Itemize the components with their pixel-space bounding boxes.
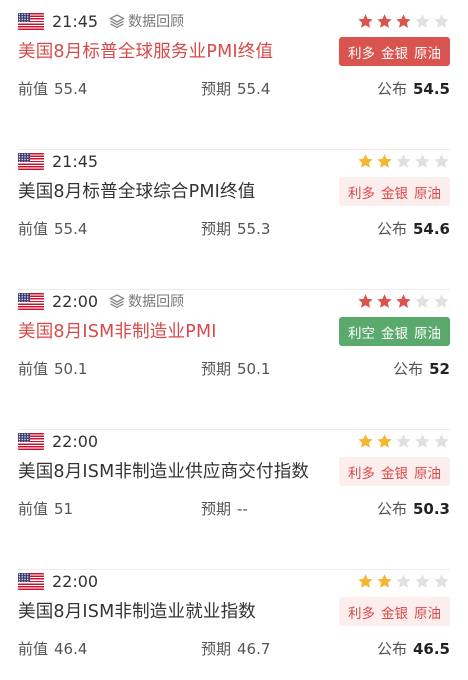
event-item[interactable]: 22:00 美国8月ISM非制造业就业指数 利多 金银 原油 前值 46.4 预期… [0, 569, 468, 680]
us-flag-icon [18, 152, 44, 170]
star-filled-icon [358, 293, 373, 308]
impact-tag-word: 原油 [414, 185, 441, 202]
impact-tag-word: 金银 [381, 605, 408, 622]
star-empty-icon [396, 433, 411, 448]
us-flag-icon [18, 572, 44, 590]
star-filled-icon [377, 573, 392, 588]
event-time: 22:00 [52, 291, 99, 311]
prev-value: 前值 55.4 [18, 80, 88, 98]
impact-tag-word: 原油 [414, 45, 441, 62]
impact-tag: 利空 金银 原油 [339, 317, 450, 346]
event-time: 22:00 [52, 431, 99, 451]
star-filled-icon [358, 433, 373, 448]
star-filled-icon [377, 153, 392, 168]
event-item[interactable]: 22:00 美国8月ISM非制造业供应商交付指数 利多 金银 原油 前值 51 预… [0, 429, 468, 570]
expected-value: 预期 55.4 [201, 80, 271, 98]
data-replay-link[interactable]: 数据回顾 [109, 291, 184, 311]
star-empty-icon [415, 433, 430, 448]
star-empty-icon [415, 573, 430, 588]
prev-value: 前值 55.4 [18, 220, 88, 238]
impact-tag-word: 利多 [348, 45, 375, 62]
event-time: 21:45 [52, 151, 99, 171]
prev-value: 前值 51 [18, 500, 74, 518]
impact-tag-word: 原油 [414, 605, 441, 622]
star-empty-icon [396, 573, 411, 588]
event-item[interactable]: 22:00 数据回顾 美国8月ISM非制造业PMI 利空 金银 原油 前值 50.… [0, 289, 468, 430]
star-filled-icon [358, 153, 373, 168]
star-empty-icon [415, 153, 430, 168]
event-time: 22:00 [52, 571, 99, 591]
us-flag-icon [18, 292, 44, 310]
impact-tag: 利多 金银 原油 [339, 457, 450, 486]
star-empty-icon [434, 153, 449, 168]
published-value: 公布 52 [393, 360, 450, 378]
star-filled-icon [358, 13, 373, 28]
impact-tag-word: 金银 [381, 185, 408, 202]
star-filled-icon [377, 433, 392, 448]
layers-icon [109, 14, 125, 29]
impact-tag: 利多 金银 原油 [339, 177, 450, 206]
event-item[interactable]: 21:45 数据回顾 美国8月标普全球服务业PMI终值 利多 金银 原油 前值 5… [0, 9, 468, 150]
impact-tag-word: 金银 [381, 465, 408, 482]
star-empty-icon [434, 293, 449, 308]
us-flag-icon [18, 432, 44, 450]
expected-value: 预期 -- [201, 500, 248, 518]
event-title: 美国8月ISM非制造业PMI [18, 322, 217, 342]
event-title: 美国8月标普全球服务业PMI终值 [18, 42, 274, 62]
impact-tag-word: 金银 [381, 325, 408, 342]
impact-tag-word: 原油 [414, 465, 441, 482]
impact-tag-word: 利多 [348, 465, 375, 482]
importance-stars [357, 293, 450, 310]
importance-stars [357, 573, 450, 590]
impact-tag: 利多 金银 原油 [339, 37, 450, 66]
star-empty-icon [434, 13, 449, 28]
economic-calendar-list: 21:45 数据回顾 美国8月标普全球服务业PMI终值 利多 金银 原油 前值 5… [0, 0, 468, 680]
layers-icon [109, 294, 125, 309]
star-filled-icon [396, 293, 411, 308]
impact-tag-word: 利多 [348, 185, 375, 202]
star-filled-icon [377, 293, 392, 308]
star-empty-icon [434, 573, 449, 588]
event-title: 美国8月ISM非制造业就业指数 [18, 602, 257, 622]
published-value: 公布 54.6 [376, 220, 450, 238]
star-filled-icon [396, 13, 411, 28]
expected-value: 预期 46.7 [201, 640, 271, 658]
published-value: 公布 50.3 [376, 500, 450, 518]
impact-tag-word: 原油 [414, 325, 441, 342]
importance-stars [357, 433, 450, 450]
expected-value: 预期 50.1 [201, 360, 271, 378]
replay-label: 数据回顾 [128, 294, 185, 310]
impact-tag-word: 利多 [348, 605, 375, 622]
data-replay-link[interactable]: 数据回顾 [109, 11, 184, 31]
impact-tag-word: 利空 [348, 325, 375, 342]
star-empty-icon [415, 293, 430, 308]
published-value: 公布 54.5 [376, 80, 450, 98]
star-empty-icon [415, 13, 430, 28]
event-time: 21:45 [52, 11, 99, 31]
star-empty-icon [396, 153, 411, 168]
impact-tag: 利多 金银 原油 [339, 597, 450, 626]
replay-label: 数据回顾 [128, 14, 185, 30]
us-flag-icon [18, 12, 44, 30]
event-item[interactable]: 21:45 美国8月标普全球综合PMI终值 利多 金银 原油 前值 55.4 预期… [0, 149, 468, 290]
importance-stars [357, 153, 450, 170]
expected-value: 预期 55.3 [201, 220, 271, 238]
impact-tag-word: 金银 [381, 45, 408, 62]
star-filled-icon [358, 573, 373, 588]
importance-stars [357, 13, 450, 30]
event-title: 美国8月标普全球综合PMI终值 [18, 182, 256, 202]
event-title: 美国8月ISM非制造业供应商交付指数 [18, 462, 310, 482]
star-filled-icon [377, 13, 392, 28]
published-value: 公布 46.5 [376, 640, 450, 658]
star-empty-icon [434, 433, 449, 448]
prev-value: 前值 50.1 [18, 360, 88, 378]
prev-value: 前值 46.4 [18, 640, 88, 658]
